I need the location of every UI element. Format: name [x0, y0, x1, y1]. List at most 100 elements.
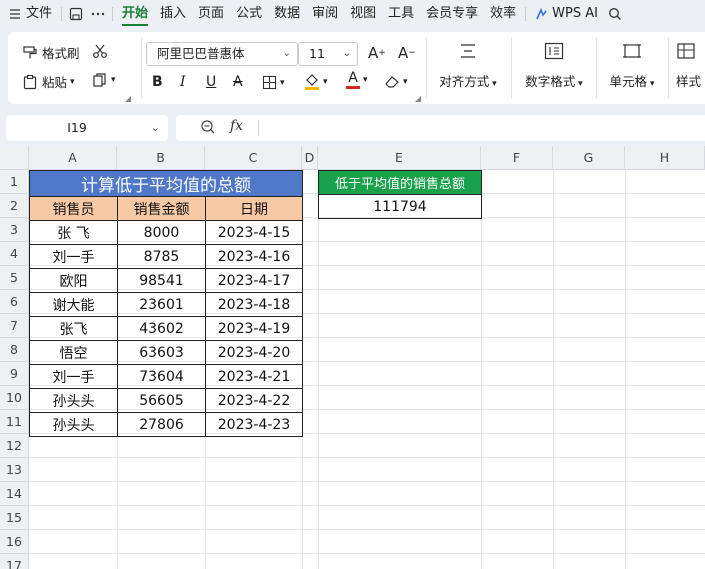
- tab-data[interactable]: 数据: [268, 0, 306, 28]
- row-header-4[interactable]: 4: [0, 242, 29, 266]
- search-icon[interactable]: [604, 0, 626, 28]
- font-name-select[interactable]: 阿里巴巴普惠体 ⌄: [146, 42, 298, 66]
- fx-icon[interactable]: fx: [230, 118, 243, 134]
- cell-date[interactable]: 2023-4-22: [205, 388, 303, 413]
- select-all-corner[interactable]: [0, 146, 29, 170]
- strikethrough-button[interactable]: A: [233, 74, 243, 90]
- header-salesperson[interactable]: 销售员: [29, 196, 118, 221]
- hamburger-menu-icon[interactable]: [4, 0, 26, 28]
- font-size-select[interactable]: 11 ⌄: [298, 42, 358, 66]
- column-header-g[interactable]: G: [553, 146, 625, 170]
- format-painter-button[interactable]: 格式刷: [22, 43, 80, 62]
- row-header-9[interactable]: 9: [0, 362, 29, 386]
- name-box[interactable]: I19 ⌄: [6, 115, 168, 141]
- cell-salesperson[interactable]: 刘一手: [29, 244, 118, 269]
- tab-home[interactable]: 开始: [116, 0, 154, 28]
- cell-salesperson[interactable]: 张飞: [29, 316, 118, 341]
- borders-button[interactable]: ▾: [262, 75, 285, 90]
- row-header-2[interactable]: 2: [0, 194, 29, 218]
- column-header-b[interactable]: B: [117, 146, 205, 170]
- cell-salesperson[interactable]: 欧阳: [29, 268, 118, 293]
- result-value-cell[interactable]: 111794: [318, 194, 482, 219]
- cell-date[interactable]: 2023-4-16: [205, 244, 303, 269]
- row-header-5[interactable]: 5: [0, 266, 29, 290]
- cell-date[interactable]: 2023-4-20: [205, 340, 303, 365]
- column-header-a[interactable]: A: [29, 146, 117, 170]
- fill-color-button[interactable]: ▾: [304, 73, 328, 91]
- cell-salesperson[interactable]: 刘一手: [29, 364, 118, 389]
- row-header-1[interactable]: 1: [0, 170, 29, 194]
- tab-member[interactable]: 会员专享: [420, 0, 484, 28]
- cell-date[interactable]: 2023-4-19: [205, 316, 303, 341]
- paste-button[interactable]: 粘贴 ▾: [22, 72, 75, 91]
- cell-date[interactable]: 2023-4-15: [205, 220, 303, 245]
- wps-ai-button[interactable]: WPS AI: [529, 0, 604, 28]
- column-header-e[interactable]: E: [318, 146, 481, 170]
- copy-button[interactable]: ▾: [92, 72, 116, 88]
- increase-font-size-button[interactable]: A +: [368, 44, 386, 62]
- cell-amount[interactable]: 98541: [117, 268, 206, 293]
- row-header-17[interactable]: 17: [0, 554, 29, 569]
- font-color-button[interactable]: A ▾: [346, 71, 368, 89]
- decrease-font-size-button[interactable]: A −: [398, 44, 416, 62]
- cell-amount[interactable]: 23601: [117, 292, 206, 317]
- tab-efficiency[interactable]: 效率: [484, 0, 522, 28]
- menu-file[interactable]: 文件: [26, 0, 58, 28]
- zoom-search-icon[interactable]: [200, 119, 216, 139]
- row-header-7[interactable]: 7: [0, 314, 29, 338]
- cell-amount[interactable]: 27806: [117, 412, 206, 437]
- formula-input[interactable]: fx: [176, 115, 705, 141]
- row-header-6[interactable]: 6: [0, 290, 29, 314]
- font-expand-icon[interactable]: ◢: [415, 94, 421, 103]
- clear-format-button[interactable]: ▾: [384, 74, 408, 89]
- cell-amount[interactable]: 73604: [117, 364, 206, 389]
- bold-button[interactable]: B: [152, 74, 163, 90]
- row-header-13[interactable]: 13: [0, 458, 29, 482]
- clipboard-expand-icon[interactable]: ◢: [125, 94, 131, 103]
- row-header-3[interactable]: 3: [0, 218, 29, 242]
- column-header-h[interactable]: H: [625, 146, 705, 170]
- row-header-12[interactable]: 12: [0, 434, 29, 458]
- cell-date[interactable]: 2023-4-18: [205, 292, 303, 317]
- cell-amount[interactable]: 56605: [117, 388, 206, 413]
- cell-salesperson[interactable]: 悟空: [29, 340, 118, 365]
- cell-date[interactable]: 2023-4-17: [205, 268, 303, 293]
- cell-salesperson[interactable]: 张 飞: [29, 220, 118, 245]
- cell-date[interactable]: 2023-4-21: [205, 364, 303, 389]
- cell-salesperson[interactable]: 孙头头: [29, 388, 118, 413]
- spreadsheet-grid[interactable]: A B C D E F G H 1 2 3 4 5 6 7 8 9 10 11 …: [0, 146, 705, 569]
- row-header-14[interactable]: 14: [0, 482, 29, 506]
- row-header-15[interactable]: 15: [0, 506, 29, 530]
- cell-amount[interactable]: 43602: [117, 316, 206, 341]
- cell-salesperson[interactable]: 孙头头: [29, 412, 118, 437]
- header-date[interactable]: 日期: [205, 196, 303, 221]
- more-icon[interactable]: [87, 0, 109, 28]
- underline-button[interactable]: U: [206, 74, 216, 90]
- cell-salesperson[interactable]: 谢大能: [29, 292, 118, 317]
- row-header-10[interactable]: 10: [0, 386, 29, 410]
- cell-amount[interactable]: 8785: [117, 244, 206, 269]
- alignment-button[interactable]: 对齐方式 ▾: [434, 42, 502, 90]
- table-title[interactable]: 计算低于平均值的总额: [29, 170, 303, 197]
- cut-button[interactable]: [92, 43, 108, 59]
- cell-button[interactable]: 单元格 ▾: [604, 42, 660, 90]
- number-format-button[interactable]: 数字格式 ▾: [520, 42, 588, 90]
- cell-amount[interactable]: 63603: [117, 340, 206, 365]
- result-label-cell[interactable]: 低于平均值的销售总额: [318, 170, 482, 195]
- column-header-d[interactable]: D: [302, 146, 318, 170]
- tab-insert[interactable]: 插入: [154, 0, 192, 28]
- tab-formula[interactable]: 公式: [230, 0, 268, 28]
- save-icon[interactable]: [65, 0, 87, 28]
- row-header-11[interactable]: 11: [0, 410, 29, 434]
- row-header-16[interactable]: 16: [0, 530, 29, 554]
- header-amount[interactable]: 销售金额: [117, 196, 206, 221]
- style-button[interactable]: 样式: [676, 42, 705, 90]
- tab-tools[interactable]: 工具: [382, 0, 420, 28]
- cell-amount[interactable]: 8000: [117, 220, 206, 245]
- tab-view[interactable]: 视图: [344, 0, 382, 28]
- column-header-f[interactable]: F: [481, 146, 553, 170]
- cell-date[interactable]: 2023-4-23: [205, 412, 303, 437]
- italic-button[interactable]: I: [180, 74, 186, 90]
- tab-review[interactable]: 审阅: [306, 0, 344, 28]
- row-header-8[interactable]: 8: [0, 338, 29, 362]
